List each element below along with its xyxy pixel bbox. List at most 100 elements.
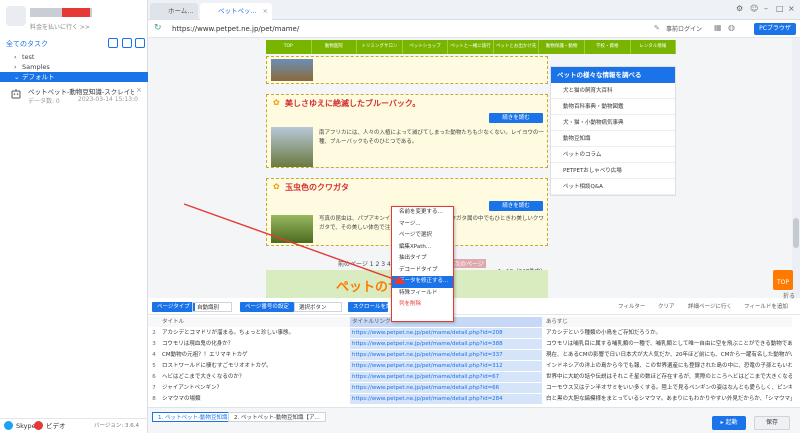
side-link[interactable]: 犬・猫・小動物病気事典: [551, 115, 675, 131]
maximize-icon[interactable]: □: [776, 4, 784, 13]
side-link[interactable]: 動物百科事典・動物図鑑: [551, 99, 675, 115]
clear-button[interactable]: クリア: [658, 302, 675, 310]
read-more-button[interactable]: 続きを読む: [489, 113, 543, 123]
article-thumbnail: [271, 127, 313, 167]
read-more-button[interactable]: 続きを読む: [489, 201, 543, 211]
new-task-icon[interactable]: [108, 38, 118, 48]
chevron-right-icon: ›: [14, 53, 17, 61]
skype-icon[interactable]: [4, 421, 13, 430]
tab-home[interactable]: ホーム...: [150, 3, 198, 20]
run-button[interactable]: ▸ 起動: [712, 416, 746, 430]
info-sidebar-title: ペットの様々な情報を調べる: [551, 67, 675, 83]
group-test[interactable]: › test: [0, 52, 148, 62]
menu-delete-column[interactable]: 列を削除: [392, 299, 453, 311]
save-button[interactable]: 保存: [754, 416, 790, 430]
paw-icon: ✿: [273, 98, 280, 107]
nav-item[interactable]: TOP: [266, 40, 312, 54]
import-icon[interactable]: [122, 38, 132, 48]
chevron-down-icon: ⌄: [14, 73, 20, 81]
task-tab-2[interactable]: 2. ペットペット-動物豆知識【ア...: [228, 412, 326, 422]
detail-page-button[interactable]: 詳細ページに行く: [688, 302, 732, 310]
webpage-scrollbar[interactable]: [792, 38, 800, 298]
video-link[interactable]: ビデオ: [46, 419, 66, 434]
nav-item[interactable]: ペットショップ: [403, 40, 449, 54]
close-icon[interactable]: ×: [263, 3, 268, 20]
pc-browser-dropdown[interactable]: PCブラウザ: [754, 23, 796, 35]
annotation-arrow: [183, 203, 406, 284]
nav-item[interactable]: ペットとお出かけ先: [494, 40, 540, 54]
site-navbar: TOP 動物医院 トリミングサロン ペットショップ ペットと一緒に旅行 ペットと…: [266, 40, 677, 54]
scroll-setting-button[interactable]: スクロールを設定: [348, 302, 388, 312]
group-samples[interactable]: › Samples: [0, 62, 148, 72]
article-title[interactable]: 玉虫色のクワガタ: [285, 182, 349, 193]
filter-button[interactable]: フィルター: [618, 302, 645, 310]
new-group-icon[interactable]: [135, 38, 145, 48]
table-row[interactable]: 7 ジャイアントペンギン？ https://www.petpet.ne.jp/pet…: [148, 383, 792, 393]
close-icon[interactable]: ×: [136, 86, 142, 94]
table-row[interactable]: 6 ヘビはどこまで大きくなるのか？ https://www.petpet.ne.jp…: [148, 372, 792, 382]
page-number-button[interactable]: ページ番号の設定: [240, 302, 294, 312]
grid-icon[interactable]: ▦: [714, 23, 722, 32]
side-link[interactable]: 動物豆知識: [551, 131, 675, 147]
add-field-button[interactable]: フィールドを追加: [744, 302, 788, 310]
app-logo: [6, 6, 26, 26]
scroll-thumb[interactable]: [793, 218, 799, 248]
table-row[interactable]: 4 CM動物の元祖？！エリマキトカゲ https://www.petpet.ne.j…: [148, 350, 792, 360]
pre-login-button[interactable]: 事前ログイン: [666, 24, 702, 33]
info-sidebar: ペットの様々な情報を調べる 犬と猫の飼育大百科 動物百科事典・動物図鑑 犬・猫・…: [550, 66, 676, 196]
task-sidebar: 料金を払いに行く >> 全てのタスク › test › Samples ⌄ デフォルト…: [0, 0, 148, 433]
tab-petpet[interactable]: ペットペッ... ×: [200, 3, 272, 20]
data-preview-table: タイトル タイトルリンク あらすじ 2 アカシデとコマドリが溜まる。ちょっと珍しい…: [148, 315, 800, 407]
side-link[interactable]: ペットのコラム: [551, 147, 675, 163]
browser-tab-bar: ホーム... ペットペッ... × ⚙ ☺ – □ ×: [148, 0, 800, 20]
account-badge-blurred: [62, 8, 90, 17]
robot-icon: [11, 89, 21, 99]
page-number-select[interactable]: 選択ボタン: [294, 302, 342, 312]
side-link[interactable]: 犬と猫の飼育大百科: [551, 83, 675, 99]
column-header[interactable]: タイトル: [160, 317, 350, 327]
nav-item[interactable]: 学校・資格: [585, 40, 631, 54]
article-card-previous[interactable]: [266, 56, 548, 84]
side-link[interactable]: PETPETおしゃべり広場: [551, 163, 675, 179]
table-row[interactable]: 5 ロストワールドに棲むすごモリオオトカゲ。 https://www.petpet.…: [148, 361, 792, 371]
page-type-select[interactable]: 自動識別: [192, 302, 232, 312]
video-icon[interactable]: [34, 421, 43, 430]
table-row[interactable]: 3 コウモリは現血鬼の化身か？ https://www.petpet.ne.jp/p…: [148, 339, 792, 349]
nav-item[interactable]: 動物医院: [312, 40, 358, 54]
back-to-top-button[interactable]: TOP: [773, 270, 793, 290]
article-card[interactable]: ✿ 美しさゆえに絶滅したブルーバック。 続きを読む 南アフリカには、人々の入植に…: [266, 94, 548, 168]
nav-item[interactable]: レンタル情報: [631, 40, 677, 54]
user-icon[interactable]: ☺: [750, 4, 758, 13]
column-header[interactable]: あらすじ: [542, 317, 792, 327]
version-label: バージョン: 3.6.4: [94, 423, 139, 429]
chevron-right-icon: ›: [14, 63, 17, 71]
upgrade-link[interactable]: 料金を払いに行く >>: [30, 22, 90, 31]
next-page-link[interactable]: 次のページ: [452, 259, 486, 268]
table-row[interactable]: 8 シマウマの場類 https://www.petpet.ne.jp/pet/mam…: [148, 394, 792, 404]
table-header: タイトル タイトルリンク あらすじ: [148, 317, 792, 327]
task-tab-1[interactable]: 1. ペットペット-動物豆知識: [152, 412, 234, 422]
bottom-bar: バージョン: 3.6.4 1. ペットペット-動物豆知識 2. ペットペット-動…: [94, 407, 800, 433]
close-window-icon[interactable]: ×: [788, 4, 795, 13]
page-type-button[interactable]: ページタイプ: [152, 302, 195, 312]
data-toolbar: ページタイプ 自動識別 ページ番号の設定 選択ボタン スクロールを設定 フィルタ…: [148, 299, 800, 315]
reload-icon[interactable]: ↻: [154, 23, 162, 33]
task-date: 2023-03-14 15:13:0: [78, 96, 138, 103]
nav-item[interactable]: トリミングサロン: [357, 40, 403, 54]
nav-item[interactable]: 動物保護・動物: [539, 40, 585, 54]
settings-icon[interactable]: ⚙: [736, 4, 743, 13]
globe-icon[interactable]: ◍: [728, 23, 735, 32]
url-input[interactable]: https://www.petpet.ne.jp/pet/mame/: [168, 22, 668, 36]
table-row[interactable]: 2 アカシデとコマドリが溜まる。ちょっと珍しい事態。 https://www.pet…: [148, 328, 792, 338]
side-link[interactable]: ペット相談Q&A: [551, 179, 675, 195]
group-default[interactable]: ⌄ デフォルト: [0, 72, 148, 82]
address-bar: ↻ https://www.petpet.ne.jp/pet/mame/ ✎ 事…: [148, 20, 800, 38]
paw-icon: ✿: [273, 182, 280, 191]
skype-link[interactable]: Skype: [16, 419, 36, 434]
nav-item[interactable]: ペットと一緒に旅行: [448, 40, 494, 54]
minimize-icon[interactable]: –: [764, 4, 768, 13]
task-name[interactable]: ペットペット-動物豆知識-スクレイピング中: [28, 86, 134, 96]
article-title[interactable]: 美しさゆえに絶滅したブルーバック。: [285, 98, 420, 109]
task-data-count: データ数: 0: [28, 98, 60, 105]
edit-icon[interactable]: ✎: [654, 24, 660, 32]
